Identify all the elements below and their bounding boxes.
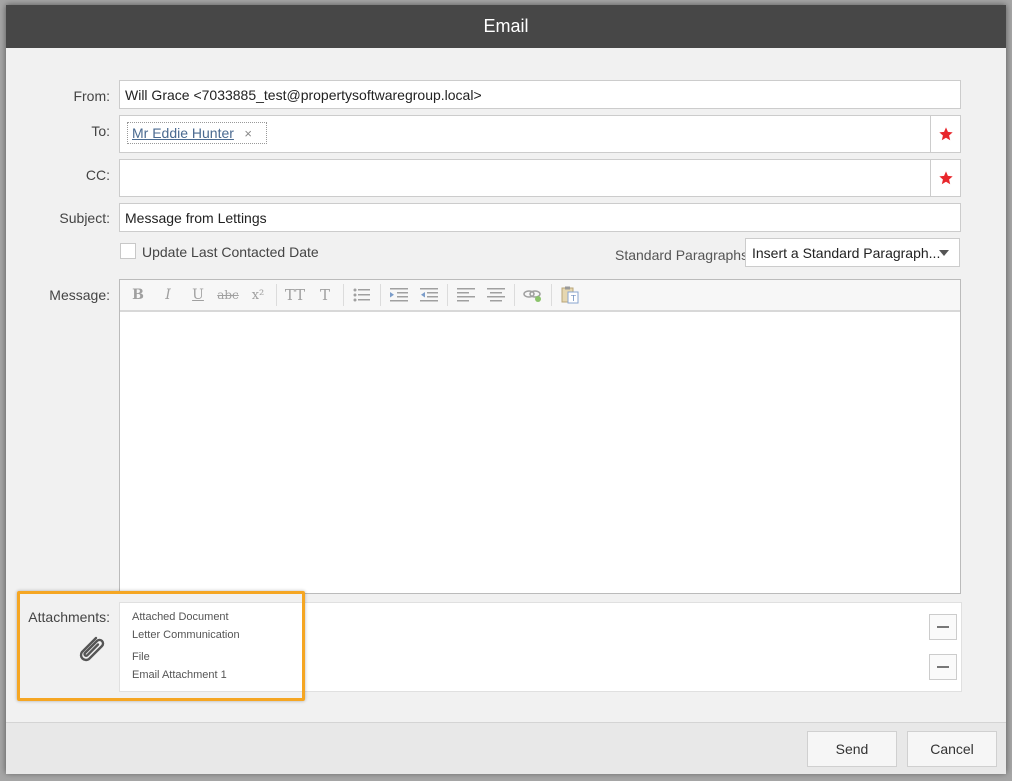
remove-attachment-button[interactable]: [929, 654, 957, 680]
bullet-list-icon: [353, 288, 370, 302]
align-left-button[interactable]: [454, 284, 478, 306]
send-button[interactable]: Send: [807, 731, 897, 767]
cc-field[interactable]: [119, 159, 931, 197]
update-contacted-label: Update Last Contacted Date: [142, 244, 319, 260]
dialog-footer: Send Cancel: [6, 722, 1006, 774]
cc-required-button[interactable]: [930, 159, 961, 197]
bullet-list-button[interactable]: [350, 284, 374, 306]
minus-icon: [937, 666, 949, 668]
outdent-icon: [420, 288, 438, 302]
cancel-button[interactable]: Cancel: [907, 731, 997, 767]
minus-icon: [937, 626, 949, 628]
dialog-title: Email: [483, 16, 529, 36]
bold-button[interactable]: B: [126, 284, 150, 306]
align-center-button[interactable]: [484, 284, 508, 306]
align-left-icon: [457, 288, 475, 302]
superscript-button[interactable]: x²: [246, 284, 270, 306]
email-dialog: Email From: Will Grace <7033885_test@pro…: [6, 5, 1006, 774]
standard-paragraphs-select[interactable]: Insert a Standard Paragraph...: [745, 238, 960, 267]
align-center-icon: [487, 288, 505, 302]
toolbar-separator: [514, 284, 515, 306]
link-icon: [523, 290, 541, 302]
dialog-titlebar: Email: [6, 5, 1006, 48]
subject-value: Message from Lettings: [125, 209, 267, 226]
subject-field[interactable]: Message from Lettings: [119, 203, 961, 232]
toolbar-separator: [380, 284, 381, 306]
subject-label: Subject:: [59, 210, 110, 226]
paste-icon: T: [561, 286, 579, 304]
italic-button[interactable]: I: [156, 284, 180, 306]
standard-paragraphs-value: Insert a Standard Paragraph...: [752, 244, 941, 261]
update-contacted-checkbox[interactable]: [120, 243, 136, 259]
from-label: From:: [73, 88, 110, 104]
strikethrough-button[interactable]: abc: [216, 284, 240, 306]
editor-toolbar: B I U abc x² TT T T: [120, 280, 960, 312]
link-button[interactable]: [521, 284, 545, 306]
star-icon: [938, 127, 953, 141]
clear-format-button[interactable]: T: [313, 284, 337, 306]
indent-button[interactable]: [387, 284, 411, 306]
chevron-down-icon: [939, 250, 949, 256]
paste-text-button[interactable]: T: [558, 284, 582, 306]
toolbar-separator: [343, 284, 344, 306]
toolbar-separator: [447, 284, 448, 306]
font-size-button[interactable]: TT: [283, 284, 307, 306]
standard-paragraphs-label: Standard Paragraphs: [615, 247, 749, 263]
from-value: Will Grace <7033885_test@propertysoftwar…: [125, 86, 482, 103]
to-label: To:: [91, 123, 110, 139]
cc-label: CC:: [85, 167, 110, 183]
message-editor[interactable]: B I U abc x² TT T T: [119, 279, 961, 594]
star-icon: [938, 171, 953, 185]
svg-text:T: T: [570, 294, 576, 303]
message-label: Message:: [49, 287, 110, 303]
from-field[interactable]: Will Grace <7033885_test@propertysoftwar…: [119, 80, 961, 109]
underline-button[interactable]: U: [186, 284, 210, 306]
remove-recipient-icon[interactable]: ×: [244, 126, 252, 141]
toolbar-separator: [276, 284, 277, 306]
to-required-button[interactable]: [930, 115, 961, 153]
indent-icon: [390, 288, 408, 302]
recipient-name[interactable]: Mr Eddie Hunter: [132, 125, 234, 141]
recipient-token[interactable]: Mr Eddie Hunter ×: [127, 122, 267, 144]
outdent-button[interactable]: [417, 284, 441, 306]
remove-attachment-button[interactable]: [929, 614, 957, 640]
attachments-highlight: [17, 591, 305, 701]
to-field[interactable]: Mr Eddie Hunter ×: [119, 115, 931, 153]
toolbar-separator: [551, 284, 552, 306]
